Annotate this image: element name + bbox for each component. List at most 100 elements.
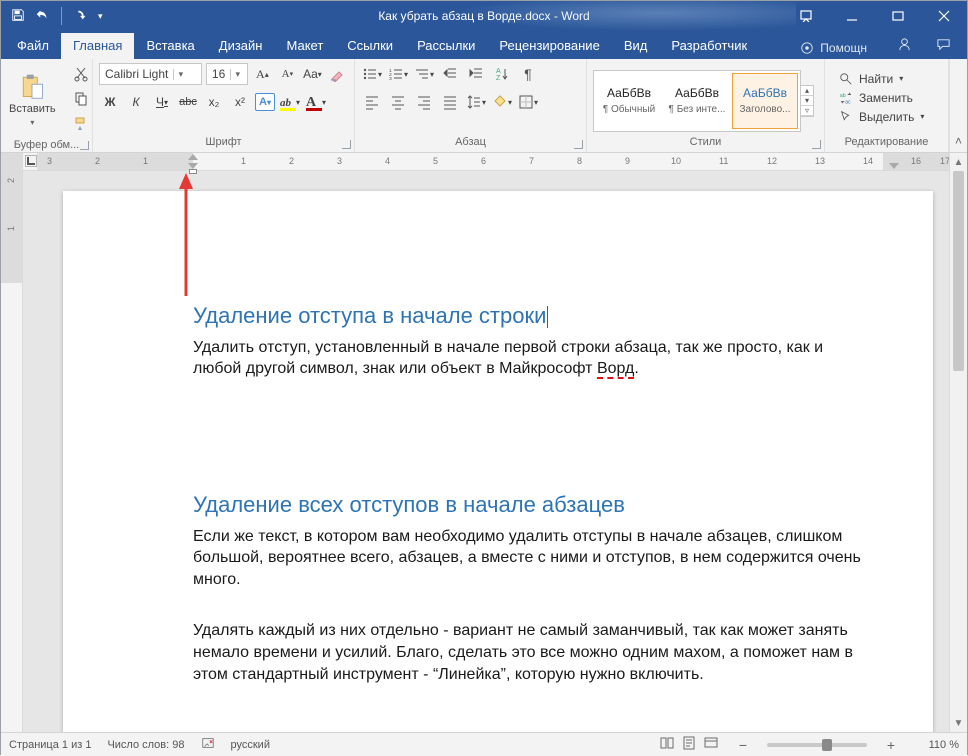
status-page[interactable]: Страница 1 из 1: [9, 739, 91, 751]
right-indent-marker[interactable]: [889, 163, 899, 169]
close-icon[interactable]: [921, 1, 967, 31]
font-group-label: Шрифт: [93, 136, 354, 152]
borders-icon[interactable]: ▾: [517, 91, 539, 113]
style-nospacing[interactable]: АаБбВв ¶ Без инте...: [664, 73, 730, 129]
styles-gallery[interactable]: АаБбВв ¶ Обычный АаБбВв ¶ Без инте... Аа…: [593, 70, 801, 132]
style-normal[interactable]: АаБбВв ¶ Обычный: [596, 73, 662, 129]
ribbon: Вставить ▾ Буфер обм... Calibri Light▾ 1…: [1, 59, 967, 153]
styles-group-label: Стили: [587, 136, 824, 152]
zoom-slider[interactable]: [767, 743, 867, 747]
copy-icon[interactable]: [70, 88, 92, 110]
status-proofing-icon[interactable]: [201, 736, 215, 753]
subscript-button[interactable]: x₂: [203, 91, 225, 113]
share-icon[interactable]: [897, 37, 912, 55]
font-size-combo[interactable]: 16▾: [206, 63, 248, 85]
comments-icon[interactable]: [936, 37, 951, 55]
document-canvas[interactable]: Удаление отступа в начале строки Удалить…: [23, 171, 949, 732]
zoom-level[interactable]: 110 %: [915, 739, 959, 751]
align-right-icon[interactable]: [413, 91, 435, 113]
undo-icon[interactable]: [35, 8, 49, 25]
italic-button[interactable]: К: [125, 91, 147, 113]
read-mode-icon[interactable]: [659, 735, 675, 754]
align-left-icon[interactable]: [361, 91, 383, 113]
tab-references[interactable]: Ссылки: [335, 33, 405, 59]
title-bar: ▾ Как убрать абзац в Ворде.docx - Word: [1, 1, 967, 31]
highlight-button[interactable]: ab▾: [279, 91, 301, 113]
clear-format-icon[interactable]: [327, 63, 348, 85]
sort-icon[interactable]: AZ: [491, 63, 513, 85]
paste-button[interactable]: Вставить ▾: [1, 68, 64, 131]
vertical-ruler[interactable]: 2 1: [1, 153, 23, 732]
ribbon-tabs: Файл Главная Вставка Дизайн Макет Ссылки…: [1, 31, 967, 59]
line-spacing-icon[interactable]: ▾: [465, 91, 487, 113]
shading-icon[interactable]: ▾: [491, 91, 513, 113]
align-center-icon[interactable]: [387, 91, 409, 113]
redo-icon[interactable]: [74, 8, 88, 25]
minimize-icon[interactable]: [829, 1, 875, 31]
superscript-button[interactable]: x²: [229, 91, 251, 113]
justify-icon[interactable]: [439, 91, 461, 113]
print-layout-icon[interactable]: [681, 735, 697, 754]
svg-text:Z: Z: [496, 75, 501, 82]
tab-insert[interactable]: Вставка: [134, 33, 206, 59]
text-cursor: [547, 306, 548, 328]
tab-file[interactable]: Файл: [5, 33, 61, 59]
scroll-up-icon[interactable]: ▲: [950, 153, 967, 171]
status-bar: Страница 1 из 1 Число слов: 98 русский −…: [1, 732, 967, 756]
status-words[interactable]: Число слов: 98: [107, 739, 184, 751]
font-name-combo[interactable]: Calibri Light▾: [99, 63, 202, 85]
scroll-thumb[interactable]: [953, 171, 964, 371]
clipboard-group-label: Буфер обм...: [1, 139, 92, 153]
tab-view[interactable]: Вид: [612, 33, 660, 59]
svg-text:ac: ac: [845, 99, 851, 105]
qat-customize-icon[interactable]: ▾: [98, 11, 103, 22]
scroll-down-icon[interactable]: ▼: [950, 714, 967, 732]
paragraph-group-label: Абзац: [355, 136, 586, 152]
svg-text:A: A: [496, 68, 501, 75]
tab-design[interactable]: Дизайн: [207, 33, 275, 59]
underline-button[interactable]: Ч▾: [151, 91, 173, 113]
numbering-icon[interactable]: 123▾: [387, 63, 409, 85]
maximize-icon[interactable]: [875, 1, 921, 31]
bullets-icon[interactable]: ▾: [361, 63, 383, 85]
increase-indent-icon[interactable]: [465, 63, 487, 85]
zoom-in-button[interactable]: +: [883, 737, 899, 753]
decrease-indent-icon[interactable]: [439, 63, 461, 85]
zoom-out-button[interactable]: −: [735, 737, 751, 753]
tab-review[interactable]: Рецензирование: [487, 33, 611, 59]
ribbon-options-icon[interactable]: [783, 1, 829, 31]
vertical-scrollbar[interactable]: ▲ ▼: [949, 153, 967, 732]
tab-layout[interactable]: Макет: [274, 33, 335, 59]
tell-me[interactable]: Помощн: [786, 41, 881, 59]
shrink-font-icon[interactable]: A▾: [277, 63, 298, 85]
horizontal-ruler[interactable]: 3 2 1 1 2 3 4 5 6 7 8 9 10 11 12 13 14 1…: [23, 153, 949, 171]
styles-gallery-scroll[interactable]: ▴▾▿: [800, 85, 814, 117]
format-painter-icon[interactable]: [70, 113, 92, 135]
grow-font-icon[interactable]: A▴: [252, 63, 273, 85]
heading-1: Удаление отступа в начале строки: [193, 301, 863, 331]
tab-selector-icon[interactable]: [25, 155, 37, 167]
text-effects-button[interactable]: A▾: [255, 93, 275, 111]
font-color-button[interactable]: A▾: [305, 91, 327, 113]
cut-icon[interactable]: [70, 63, 92, 85]
tab-home[interactable]: Главная: [61, 33, 134, 59]
strike-button[interactable]: abc: [177, 91, 199, 113]
first-line-indent-marker[interactable]: [188, 154, 198, 160]
tab-developer[interactable]: Разработчик: [659, 33, 759, 59]
status-language[interactable]: русский: [231, 739, 270, 751]
find-button[interactable]: Найти▾: [839, 72, 924, 86]
replace-button[interactable]: abacЗаменить: [839, 91, 924, 105]
web-layout-icon[interactable]: [703, 735, 719, 754]
style-heading1[interactable]: АаБбВв Заголово...: [732, 73, 798, 129]
select-button[interactable]: Выделить▾: [839, 110, 924, 124]
tab-mailings[interactable]: Рассылки: [405, 33, 487, 59]
show-marks-icon[interactable]: ¶: [517, 63, 539, 85]
multilevel-icon[interactable]: ▾: [413, 63, 435, 85]
bold-button[interactable]: Ж: [99, 91, 121, 113]
paragraph: Если же текст, в котором вам необходимо …: [193, 526, 863, 591]
paragraph: Удалить отступ, установленный в начале п…: [193, 337, 863, 380]
change-case-icon[interactable]: Aa▾: [302, 63, 323, 85]
work-area: 2 1 3 2 1 1 2 3 4 5 6 7 8 9 10 11 12 13 …: [1, 153, 967, 732]
collapse-ribbon-icon[interactable]: ˄: [949, 59, 967, 152]
save-icon[interactable]: [11, 8, 25, 25]
